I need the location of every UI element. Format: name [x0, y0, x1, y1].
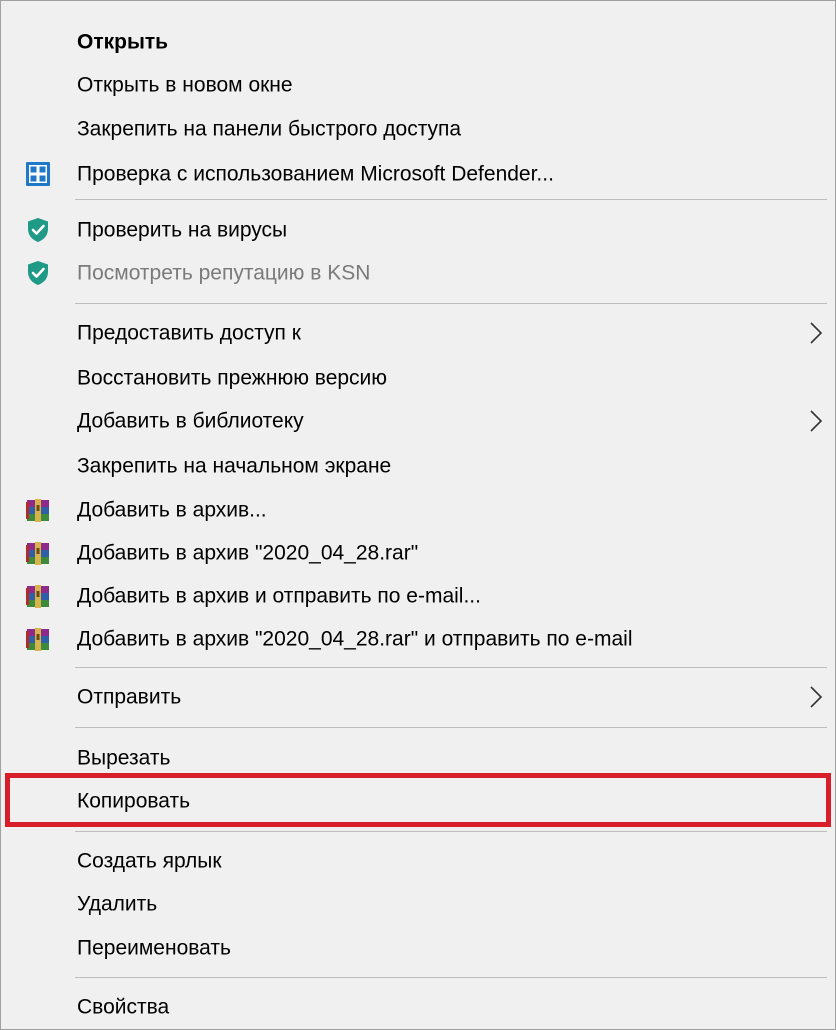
kaspersky-shield-icon: [28, 261, 48, 285]
menu-item-defender-scan[interactable]: Проверка с использованием Microsoft Defe…: [1, 152, 835, 196]
menu-item-label: Предоставить доступ к: [77, 321, 301, 345]
menu-item-copy[interactable]: Копировать: [1, 779, 835, 823]
menu-item-label: Добавить в архив...: [77, 498, 267, 522]
menu-item-label: Проверить на вирусы: [77, 218, 288, 242]
menu-item-label: Добавить в архив "2020_04_28.rar" и отпр…: [77, 627, 633, 651]
menu-item-add-to-library[interactable]: Добавить в библиотеку: [1, 399, 835, 443]
menu-item-label: Копировать: [77, 789, 191, 813]
menu-item-label: Восстановить прежнюю версию: [77, 366, 388, 390]
menu-item-label: Открыть: [77, 30, 169, 54]
menu-item-label: Свойства: [77, 995, 170, 1019]
menu-item-open[interactable]: Открыть: [1, 20, 835, 64]
menu-item-cut[interactable]: Вырезать: [1, 736, 835, 780]
menu-item-named-archive-and-email[interactable]: Добавить в архив "2020_04_28.rar" и отпр…: [1, 617, 835, 661]
menu-item-ksn-reputation[interactable]: Посмотреть репутацию в KSN: [1, 251, 835, 295]
kaspersky-shield-icon: [28, 218, 48, 242]
winrar-icon: [26, 628, 49, 651]
menu-item-restore-previous[interactable]: Восстановить прежнюю версию: [1, 356, 835, 400]
menu-item-label: Закрепить на начальном экране: [77, 454, 392, 478]
menu-item-rename[interactable]: Переименовать: [1, 926, 835, 970]
chevron-right-icon: [810, 322, 823, 344]
menu-item-give-access[interactable]: Предоставить доступ к: [1, 311, 835, 355]
menu-item-send-to[interactable]: Отправить: [1, 675, 835, 719]
menu-item-label: Добавить в архив "2020_04_28.rar": [77, 541, 419, 565]
menu-item-label: Добавить в архив и отправить по e-mail..…: [77, 584, 481, 608]
chevron-right-icon: [810, 686, 823, 708]
menu-item-label: Отправить: [77, 685, 182, 709]
menu-separator: [75, 977, 827, 978]
context-menu: Открыть Открыть в новом окне Закрепить н…: [0, 0, 836, 1030]
menu-item-properties[interactable]: Свойства: [1, 985, 835, 1029]
menu-separator: [75, 667, 827, 668]
menu-item-label: Вырезать: [77, 746, 171, 770]
menu-item-label: Открыть в новом окне: [77, 73, 293, 97]
winrar-icon: [26, 585, 49, 608]
menu-item-pin-start[interactable]: Закрепить на начальном экране: [1, 444, 835, 488]
menu-item-label: Проверка с использованием Microsoft Defe…: [77, 162, 554, 186]
menu-separator: [75, 831, 827, 832]
menu-item-label: Добавить в библиотеку: [77, 409, 304, 433]
menu-separator: [75, 727, 827, 728]
menu-item-label: Закрепить на панели быстрого доступа: [77, 117, 462, 141]
menu-separator: [75, 199, 827, 200]
menu-item-open-new-window[interactable]: Открыть в новом окне: [1, 63, 835, 107]
menu-item-create-shortcut[interactable]: Создать ярлык: [1, 839, 835, 883]
menu-item-add-to-archive[interactable]: Добавить в архив...: [1, 488, 835, 532]
menu-item-label: Посмотреть репутацию в KSN: [77, 261, 371, 285]
menu-item-delete[interactable]: Удалить: [1, 882, 835, 926]
menu-item-archive-and-email[interactable]: Добавить в архив и отправить по e-mail..…: [1, 574, 835, 618]
menu-item-pin-quick-access[interactable]: Закрепить на панели быстрого доступа: [1, 107, 835, 151]
menu-item-virus-scan[interactable]: Проверить на вирусы: [1, 208, 835, 252]
menu-separator: [75, 303, 827, 304]
microsoft-defender-icon: [26, 162, 50, 186]
menu-item-label: Создать ярлык: [77, 849, 222, 873]
menu-item-add-to-named-archive[interactable]: Добавить в архив "2020_04_28.rar": [1, 531, 835, 575]
chevron-right-icon: [810, 410, 823, 432]
winrar-icon: [26, 499, 49, 522]
winrar-icon: [26, 542, 49, 565]
menu-item-label: Удалить: [77, 892, 158, 916]
menu-item-label: Переименовать: [77, 936, 231, 960]
